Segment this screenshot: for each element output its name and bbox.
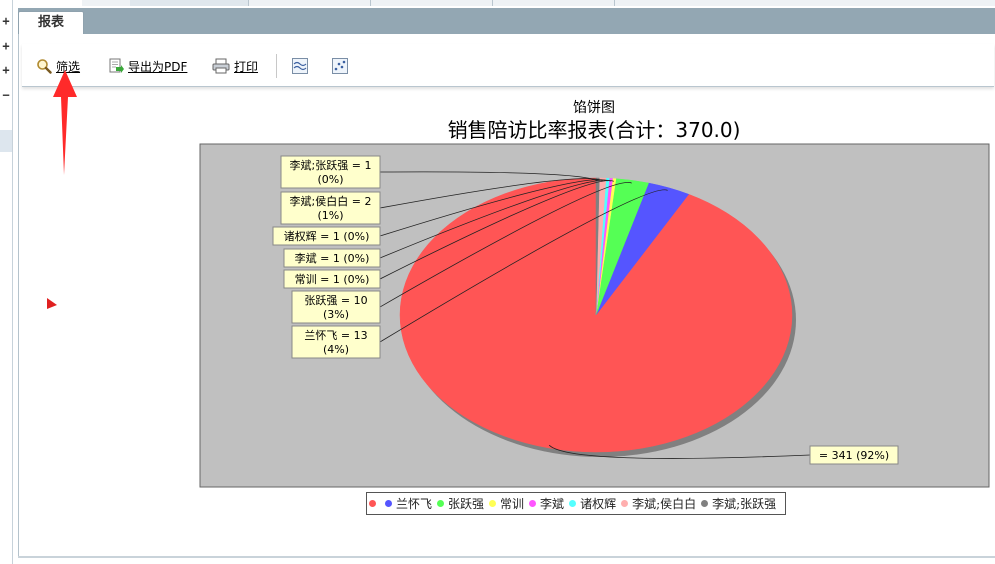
- slice-label: 常训 = 1 (0%): [295, 273, 370, 286]
- legend-item: 李斌: [529, 495, 564, 512]
- chart-legend: 兰怀飞 张跃强 常训 李斌 诸权辉 李斌;侯白白 李斌;张跃强: [366, 492, 787, 515]
- slice-label: (0%): [317, 173, 343, 186]
- small-marker-icon: [47, 298, 57, 309]
- legend-item: 诸权辉: [569, 495, 616, 512]
- legend-item: 兰怀飞: [385, 495, 432, 512]
- legend-item: 张跃强: [437, 495, 484, 512]
- chart-title: 销售陪访比率报表(合计：370.0): [448, 118, 741, 142]
- annotation-arrow-icon: [53, 70, 77, 175]
- legend-item: [369, 500, 380, 507]
- legend-item: 常训: [489, 495, 524, 512]
- legend-label: 李斌;张跃强: [712, 497, 777, 511]
- slice-label: (3%): [323, 308, 349, 321]
- slice-label: (1%): [317, 209, 343, 222]
- legend-dot-icon: [489, 500, 497, 507]
- legend-label: 诸权辉: [580, 497, 617, 511]
- legend-label: 李斌: [540, 497, 565, 511]
- legend-dot-icon: [701, 500, 709, 507]
- legend-label: 李斌;侯白白: [632, 497, 697, 511]
- legend-label: 张跃强: [448, 497, 485, 511]
- pie-chart: 馅饼图 销售陪访比率报表(合计：370.0) = 341 (92%) 兰怀飞 = …: [47, 70, 990, 488]
- legend-dot-icon: [385, 500, 392, 507]
- legend-label: 兰怀飞: [396, 497, 433, 511]
- slice-label: 张跃强 = 10: [304, 293, 367, 307]
- legend-dot-icon: [569, 500, 577, 507]
- slice-label: (4%): [323, 343, 349, 356]
- slice-label: 兰怀飞 = 13: [304, 329, 367, 342]
- chart-subtitle: 馅饼图: [573, 100, 615, 116]
- legend-item: 李斌;张跃强: [701, 495, 776, 512]
- slice-label: 诸权辉 = 1 (0%): [284, 230, 370, 243]
- slice-label: 李斌;侯白白 = 2: [290, 194, 372, 208]
- legend-dot-icon: [529, 500, 537, 507]
- legend-dot-icon: [621, 500, 629, 507]
- slice-label: 李斌;张跃强 = 1: [290, 158, 372, 172]
- legend-label: 常训: [500, 497, 525, 511]
- legend-dot-icon: [437, 500, 445, 507]
- legend-dot-icon: [369, 500, 376, 507]
- bottom-border: [18, 556, 995, 558]
- slice-label: = 341 (92%): [819, 449, 889, 462]
- slice-label: 李斌 = 1 (0%): [295, 251, 370, 265]
- legend-item: 李斌;侯白白: [621, 495, 696, 512]
